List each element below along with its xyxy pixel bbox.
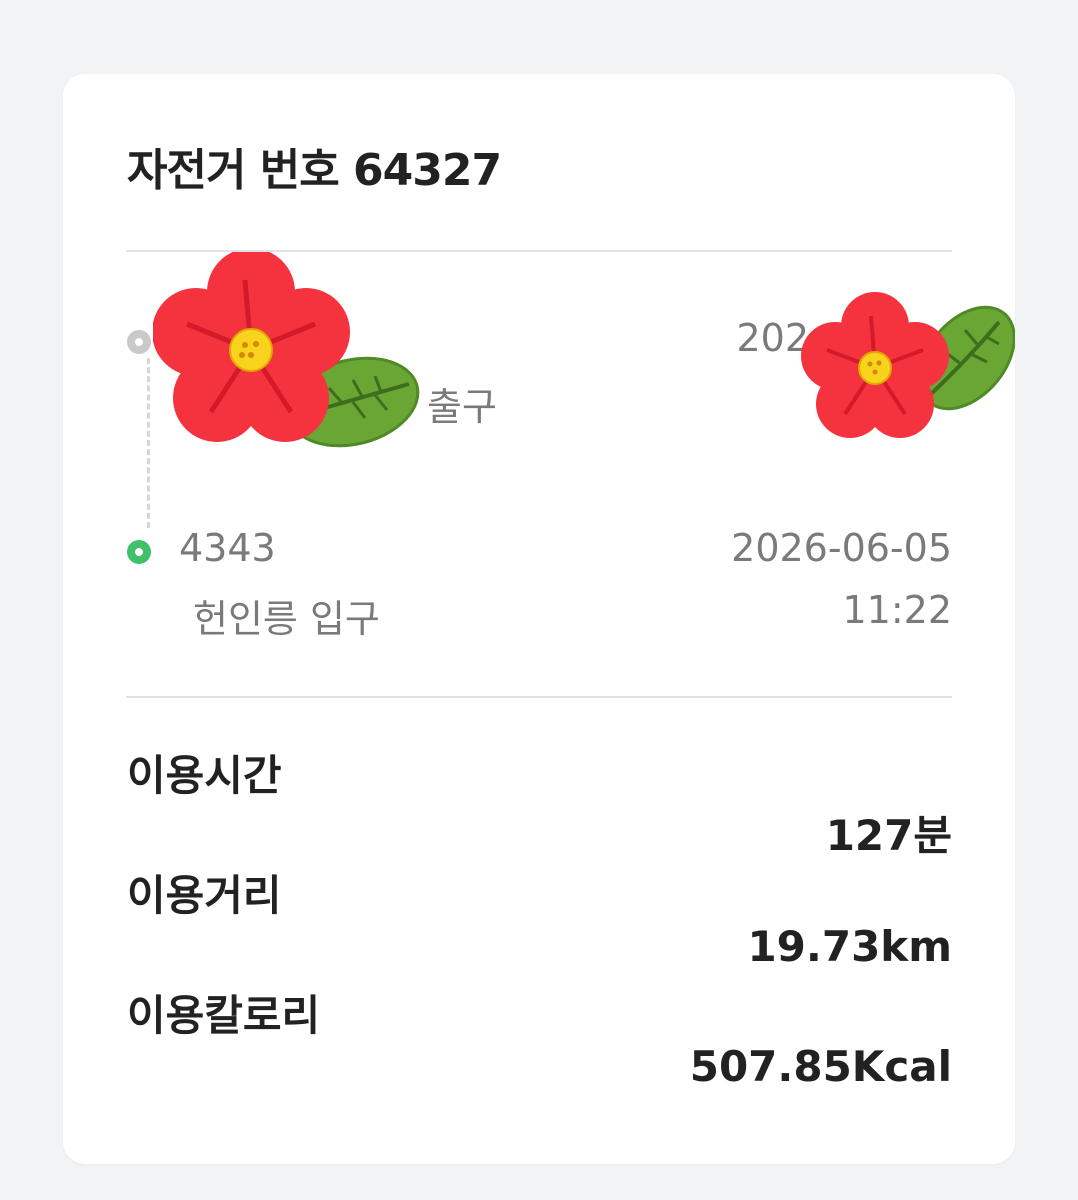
usage-calorie-value: 507.85Kcal [689, 1042, 952, 1091]
usage-distance-value: 19.73km [747, 922, 952, 971]
flower-sticker-icon [801, 292, 1015, 438]
flower-sticker-icon [153, 252, 420, 448]
end-station-time: 11:22 [842, 588, 952, 632]
usage-calorie-label: 이용칼로리 [127, 991, 321, 1040]
usage-distance-label: 이용거리 [127, 871, 282, 920]
route-connector-line [147, 358, 150, 528]
end-station-date: 2026-06-05 [731, 526, 952, 570]
bike-number-title: 자전거 번호 64327 [127, 145, 502, 196]
usage-time-label: 이용시간 [127, 751, 282, 800]
start-station-date: 202 [736, 316, 809, 360]
start-station-name: 출구 [427, 385, 497, 429]
end-station-code: 4343 [179, 526, 276, 570]
end-station-name: 헌인릉 입구 [193, 597, 380, 641]
rental-history-card: 자전거 번호 64327 출구 202 4343 헌인릉 입구 2026-06-… [63, 74, 1015, 1164]
start-station-dot-icon [127, 330, 151, 354]
usage-time-value: 127분 [825, 811, 952, 860]
end-station-dot-icon [127, 540, 151, 564]
divider-bottom [126, 696, 952, 698]
